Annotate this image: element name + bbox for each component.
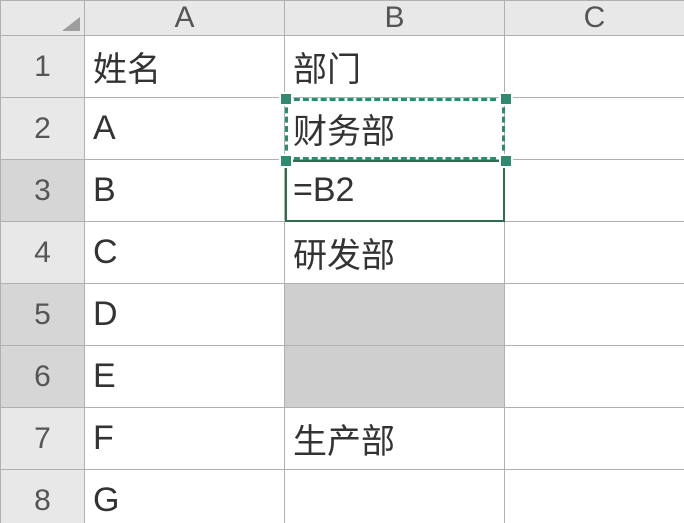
column-header-row: A B C <box>1 1 684 36</box>
cell-C2[interactable] <box>505 98 684 160</box>
col-header-C[interactable]: C <box>505 1 684 36</box>
cell-C6[interactable] <box>505 346 684 408</box>
row-header-8[interactable]: 8 <box>1 470 85 523</box>
cell-B5[interactable] <box>285 284 505 346</box>
row-6: 6 E <box>1 346 684 408</box>
cell-A1[interactable]: 姓名 <box>85 36 285 98</box>
grid-table: A B C 1 姓名 部门 2 A 财务部 3 B =B2 4 C 研发部 <box>0 0 684 523</box>
cell-B3[interactable]: =B2 <box>285 160 505 222</box>
cell-B8[interactable] <box>285 470 505 523</box>
row-header-1[interactable]: 1 <box>1 36 85 98</box>
col-header-B[interactable]: B <box>285 1 505 36</box>
cell-C4[interactable] <box>505 222 684 284</box>
spreadsheet[interactable]: A B C 1 姓名 部门 2 A 财务部 3 B =B2 4 C 研发部 <box>0 0 684 523</box>
row-header-6[interactable]: 6 <box>1 346 85 408</box>
cell-B6[interactable] <box>285 346 505 408</box>
row-header-2[interactable]: 2 <box>1 98 85 160</box>
cell-C8[interactable] <box>505 470 684 523</box>
cell-A4[interactable]: C <box>85 222 285 284</box>
row-header-7[interactable]: 7 <box>1 408 85 470</box>
cell-B4[interactable]: 研发部 <box>285 222 505 284</box>
select-all-corner[interactable] <box>1 1 85 36</box>
cell-C3[interactable] <box>505 160 684 222</box>
cell-A2[interactable]: A <box>85 98 285 160</box>
row-8: 8 G <box>1 470 684 523</box>
row-4: 4 C 研发部 <box>1 222 684 284</box>
cell-A3[interactable]: B <box>85 160 285 222</box>
cell-C5[interactable] <box>505 284 684 346</box>
row-5: 5 D <box>1 284 684 346</box>
row-header-4[interactable]: 4 <box>1 222 85 284</box>
row-2: 2 A 财务部 <box>1 98 684 160</box>
row-3: 3 B =B2 <box>1 160 684 222</box>
row-1: 1 姓名 部门 <box>1 36 684 98</box>
cell-C1[interactable] <box>505 36 684 98</box>
cell-A8[interactable]: G <box>85 470 285 523</box>
row-7: 7 F 生产部 <box>1 408 684 470</box>
cell-A6[interactable]: E <box>85 346 285 408</box>
row-header-3[interactable]: 3 <box>1 160 85 222</box>
col-header-A[interactable]: A <box>85 1 285 36</box>
row-header-5[interactable]: 5 <box>1 284 85 346</box>
cell-A5[interactable]: D <box>85 284 285 346</box>
cell-A7[interactable]: F <box>85 408 285 470</box>
cell-B1[interactable]: 部门 <box>285 36 505 98</box>
cell-B2[interactable]: 财务部 <box>285 98 505 160</box>
cell-C7[interactable] <box>505 408 684 470</box>
cell-B7[interactable]: 生产部 <box>285 408 505 470</box>
